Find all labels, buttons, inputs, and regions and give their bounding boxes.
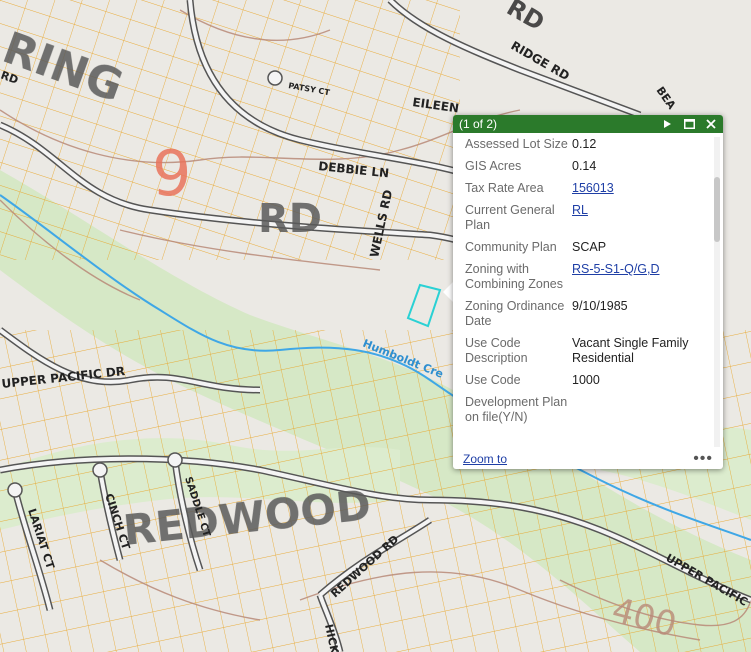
attr-row-zoning-ordinance-date: Zoning Ordinance Date 9/10/1985: [453, 299, 715, 336]
maximize-icon: [683, 119, 695, 129]
district-number: 9: [152, 137, 191, 210]
attr-row-general-plan: Current General Plan RL: [453, 203, 715, 240]
popup-footer: Zoom to •••: [453, 449, 723, 469]
feature-popup[interactable]: (1 of 2) Assessed Lot Size 0.12 GIS Acre…: [453, 115, 723, 469]
close-icon: [706, 119, 716, 129]
popup-header: (1 of 2): [453, 115, 723, 133]
area-label-rd: RD: [258, 196, 322, 242]
attr-value: 1000: [572, 373, 600, 387]
general-plan-link[interactable]: RL: [572, 203, 588, 217]
attr-label: Assessed Lot Size: [465, 137, 568, 151]
attr-label: Current General Plan: [465, 203, 555, 232]
attr-value: 0.14: [572, 159, 597, 173]
maximize-button[interactable]: [681, 117, 697, 131]
attr-label: Zoning Ordinance Date: [465, 299, 565, 328]
attr-label: Community Plan: [465, 240, 557, 254]
attr-row-development-plan: Development Plan on file(Y/N): [453, 395, 715, 432]
popup-pointer: [443, 282, 453, 302]
close-button[interactable]: [703, 117, 719, 131]
attr-value: 0.12: [572, 137, 597, 151]
more-actions-button[interactable]: •••: [693, 451, 713, 467]
zoning-link[interactable]: RS-5-S1-Q/G,D: [572, 262, 660, 276]
attr-label: Use Code Description: [465, 336, 528, 365]
popup-attributes[interactable]: Assessed Lot Size 0.12 GIS Acres 0.14 Ta…: [453, 135, 715, 447]
attr-label: Use Code: [465, 373, 521, 387]
zoom-to-link[interactable]: Zoom to: [463, 452, 507, 466]
scrollbar-thumb[interactable]: [714, 177, 720, 242]
attr-value: [572, 395, 715, 425]
attr-row-zoning: Zoning with Combining Zones RS-5-S1-Q/G,…: [453, 262, 715, 299]
attr-value: 9/10/1985: [572, 299, 628, 313]
attr-label: Zoning with Combining Zones: [465, 262, 563, 291]
tax-rate-area-link[interactable]: 156013: [572, 181, 614, 195]
attr-row-community-plan: Community Plan SCAP: [453, 240, 715, 262]
play-icon: [664, 120, 671, 128]
popup-feature-count: (1 of 2): [459, 117, 498, 131]
attr-row-use-code-description: Use Code Description Vacant Single Famil…: [453, 336, 715, 373]
attr-label: Development Plan on file(Y/N): [465, 395, 568, 424]
attr-value: SCAP: [572, 240, 607, 254]
next-feature-button[interactable]: [659, 117, 675, 131]
attr-label: Tax Rate Area: [465, 181, 544, 195]
attr-row-gis-acres: GIS Acres 0.14: [453, 159, 715, 181]
attr-value: Vacant Single Family Residential: [572, 336, 689, 365]
attr-label: GIS Acres: [465, 159, 522, 173]
attr-row-assessed-lot-size: Assessed Lot Size 0.12: [453, 137, 715, 159]
popup-scrollbar[interactable]: [714, 137, 720, 447]
attr-row-tax-rate-area: Tax Rate Area 156013: [453, 181, 715, 203]
attr-row-use-code: Use Code 1000: [453, 373, 715, 395]
